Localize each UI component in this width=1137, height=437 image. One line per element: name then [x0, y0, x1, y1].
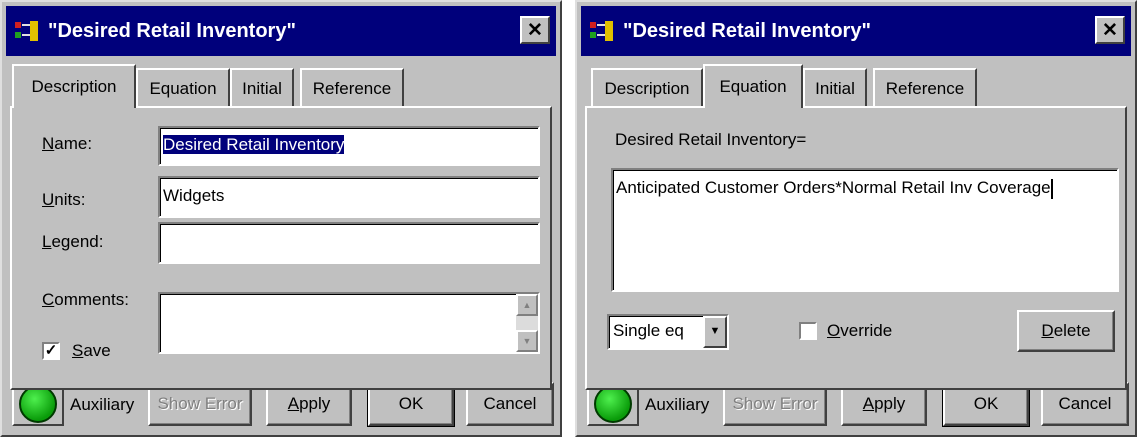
- comments-label: Comments:: [42, 290, 129, 309]
- legend-label: Legend:: [42, 232, 104, 251]
- status-light-icon: [19, 385, 57, 423]
- variable-dialog-equation: "Desired Retail Inventory" ✕ Description…: [575, 0, 1137, 437]
- app-icon: [15, 21, 38, 41]
- legend-field[interactable]: [158, 222, 540, 264]
- title-bar[interactable]: "Desired Retail Inventory" ✕: [6, 6, 556, 56]
- save-label: Save: [72, 341, 111, 360]
- equation-panel: Desired Retail Inventory= Anticipated Cu…: [585, 106, 1127, 390]
- name-label: Name:: [42, 134, 93, 153]
- scroll-down-icon[interactable]: ▼: [516, 330, 538, 352]
- tab-reference[interactable]: Reference: [873, 68, 977, 108]
- tab-description[interactable]: Description: [591, 68, 703, 108]
- variable-type-label: Auxiliary: [70, 395, 135, 414]
- equation-type-select[interactable]: Single eq ▼: [607, 314, 729, 350]
- units-field[interactable]: Widgets: [158, 176, 540, 218]
- name-field[interactable]: Desired Retail Inventory: [158, 126, 540, 166]
- dialog-title: "Desired Retail Inventory": [48, 19, 296, 42]
- dialog-title: "Desired Retail Inventory": [623, 19, 871, 42]
- app-icon: [590, 21, 613, 41]
- equation-field[interactable]: Anticipated Customer Orders*Normal Retai…: [611, 168, 1119, 292]
- title-bar[interactable]: "Desired Retail Inventory" ✕: [581, 6, 1131, 56]
- status-light-icon: [594, 385, 632, 423]
- tab-equation[interactable]: Equation: [136, 68, 230, 108]
- scroll-up-icon[interactable]: ▲: [516, 294, 538, 316]
- dropdown-arrow-icon[interactable]: ▼: [703, 316, 727, 348]
- comments-field[interactable]: ▲ ▼: [158, 292, 540, 354]
- units-label: Units:: [42, 190, 86, 209]
- description-panel: Name: Desired Retail Inventory Units: Wi…: [10, 106, 552, 390]
- close-button[interactable]: ✕: [1095, 16, 1125, 44]
- variable-type-label: Auxiliary: [645, 395, 710, 414]
- tab-equation[interactable]: Equation: [703, 64, 803, 108]
- tab-initial[interactable]: Initial: [803, 68, 867, 108]
- text-caret: [1050, 178, 1053, 199]
- comments-scrollbar[interactable]: ▲ ▼: [516, 294, 538, 352]
- override-checkbox[interactable]: [799, 322, 817, 340]
- equation-header: Desired Retail Inventory=: [615, 130, 807, 149]
- save-checkbox[interactable]: ✓: [42, 342, 60, 360]
- tab-reference[interactable]: Reference: [300, 68, 404, 108]
- variable-dialog-description: "Desired Retail Inventory" ✕ Description…: [0, 0, 562, 437]
- close-button[interactable]: ✕: [520, 16, 550, 44]
- tab-initial[interactable]: Initial: [230, 68, 294, 108]
- override-label: Override: [827, 321, 893, 340]
- tab-description[interactable]: Description: [12, 64, 136, 108]
- delete-button[interactable]: Delete: [1017, 310, 1115, 352]
